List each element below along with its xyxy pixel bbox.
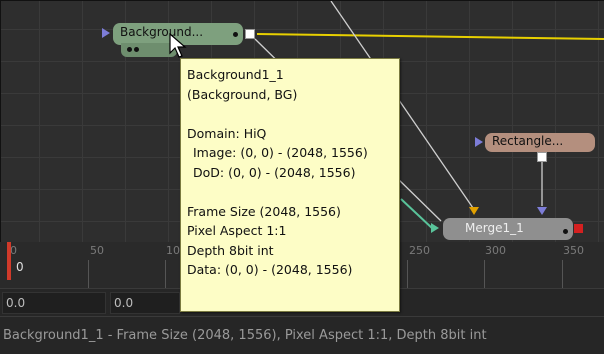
node-dot-icon [233,32,238,37]
major-tick [484,260,485,288]
current-frame-label: 0 [16,260,24,274]
node-dot-icon [134,47,139,52]
merge-node-output-icon[interactable] [574,224,583,233]
tooltip-spacer [187,182,393,202]
merge-input-arrow-yellow [469,207,479,215]
tooltip-domain: Domain: HiQ [187,125,267,141]
connection-background-output [256,33,604,40]
range-start-field[interactable]: 0.0 [2,292,106,314]
background-node-output-icon[interactable] [245,29,255,39]
rectangle-node[interactable]: Rectangle... [485,133,595,152]
rectangle-node-input-icon[interactable] [475,137,483,147]
mouse-cursor-icon [169,33,187,58]
major-tick [562,260,563,288]
rectangle-node-label: Rectangle... [492,134,564,148]
major-tick [88,260,89,288]
rectangle-node-output-icon[interactable] [537,152,547,162]
tick-label: 0 [10,244,17,257]
tooltip-pixel-aspect: Pixel Aspect 1:1 [187,223,287,238]
major-tick [407,260,408,288]
tick-label: 350 [563,244,584,257]
connection-green [400,198,434,230]
fusion-window: Background... Rectangle... Merge1_1 0 50… [0,0,604,354]
status-bar: Background1_1 - Frame Size (2048, 1556),… [0,316,604,354]
tooltip-data: Data: (0, 0) - (2048, 1556) [187,262,353,277]
tooltip-depth: Depth 8bit int [187,242,274,258]
background-node-label: Background... [120,25,204,39]
range-end-field[interactable]: 0.0 [110,292,180,314]
merge-input-arrow-green [431,223,439,233]
tooltip-title: Background1_1 [187,67,284,82]
tooltip-subtitle: (Background, BG) [187,86,298,102]
background-node-input-icon[interactable] [102,28,110,38]
tooltip-spacer [187,104,393,124]
tooltip-dod: DoD: (0, 0) - (2048, 1556) [193,164,356,180]
tick-label: 250 [409,244,430,257]
major-tick [165,260,166,288]
node-dot-icon [127,47,132,52]
merge-node[interactable]: Merge1_1 [443,218,573,240]
merge-node-label: Merge1_1 [465,221,524,235]
tooltip-image: Image: (0, 0) - (2048, 1556) [193,145,368,160]
tooltip-frame-size: Frame Size (2048, 1556) [187,203,341,219]
tick-label: 50 [90,244,104,257]
merge-input-arrow-blue [537,207,547,215]
node-tooltip: Background1_1 (Background, BG) Domain: H… [180,58,400,312]
playhead[interactable] [7,242,11,280]
node-dot-icon [563,229,568,234]
tick-label: 300 [485,244,506,257]
